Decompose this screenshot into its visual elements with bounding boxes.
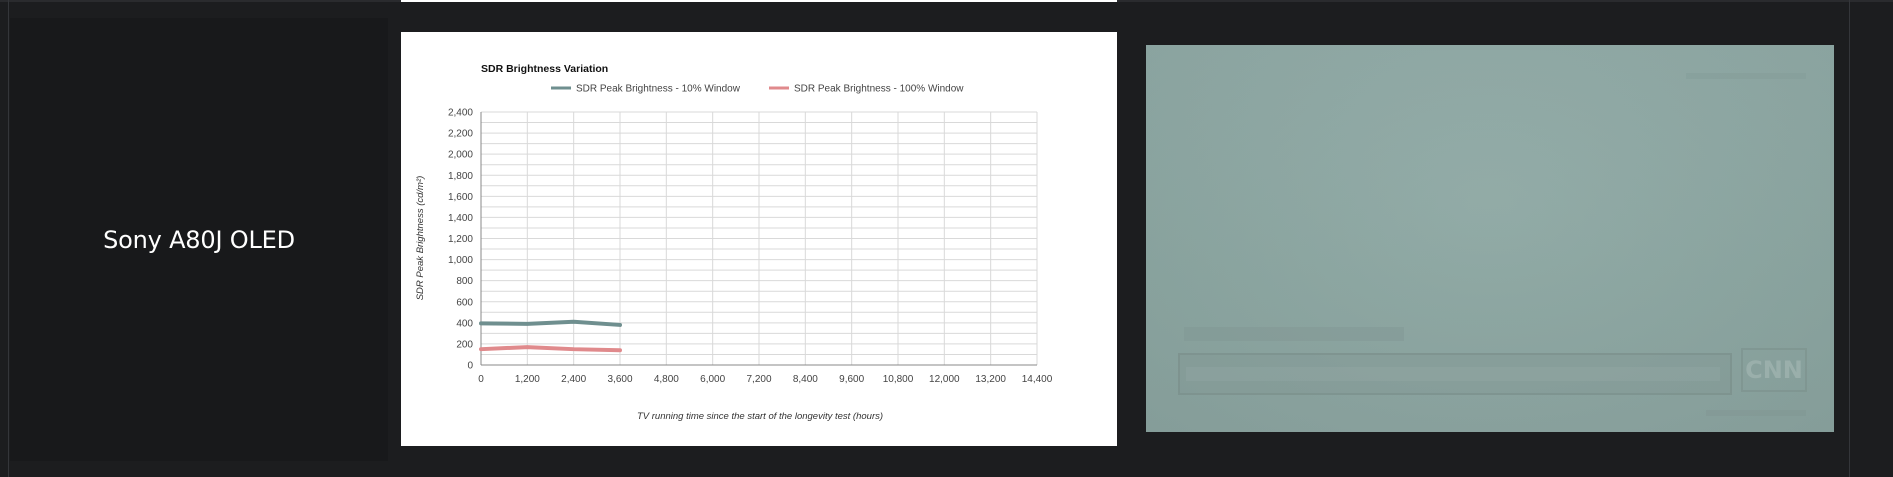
previous-row-image-edge <box>401 0 1117 2</box>
y-tick-label: 1,600 <box>448 192 473 203</box>
x-tick-label: 4,800 <box>654 374 679 385</box>
x-tick-label: 12,000 <box>929 374 960 385</box>
x-tick-label: 13,200 <box>975 374 1006 385</box>
x-tick-label: 2,400 <box>561 374 586 385</box>
chart-grid <box>480 111 1038 366</box>
y-tick-label: 1,000 <box>448 255 473 266</box>
series-line-1 <box>479 319 622 327</box>
x-tick-label: 1,200 <box>515 374 540 385</box>
burn-in-ticker-inner <box>1186 367 1720 381</box>
chart-title: SDR Brightness Variation <box>481 63 608 75</box>
burn-in-ticker-bar <box>1178 353 1732 395</box>
y-tick-label: 2,200 <box>448 129 473 140</box>
table-left-border <box>8 0 9 477</box>
burn-in-photo[interactable]: CNN <box>1146 45 1834 432</box>
y-tick-label: 2,400 <box>448 108 473 119</box>
y-tick-label: 600 <box>456 297 473 308</box>
y-tick-label: 1,800 <box>448 171 473 182</box>
x-tick-label: 7,200 <box>746 374 771 385</box>
burn-in-bottom-mark <box>1706 410 1806 416</box>
burn-in-ticker-label <box>1184 327 1404 341</box>
x-tick-label: 10,800 <box>883 374 914 385</box>
chart-series <box>479 319 622 353</box>
table-right-border <box>1849 0 1850 477</box>
chart-legend: SDR Peak Brightness - 10% Window SDR Peak… <box>551 84 964 95</box>
x-tick-label: 6,000 <box>700 374 725 385</box>
y-tick-label: 400 <box>456 318 473 329</box>
x-tick-label: 3,600 <box>607 374 632 385</box>
brightness-line-chart: SDR Brightness Variation SDR Peak Bright… <box>415 63 1053 422</box>
burn-in-top-mark <box>1686 73 1806 79</box>
x-tick-label: 8,400 <box>793 374 818 385</box>
legend-label-2: SDR Peak Brightness - 100% Window <box>794 84 964 95</box>
x-tick-label: 9,600 <box>839 374 864 385</box>
brightness-chart-card[interactable]: SDR Brightness Variation SDR Peak Bright… <box>401 32 1117 446</box>
series-line-2 <box>479 345 622 353</box>
y-tick-label: 0 <box>467 361 473 372</box>
y-axis-title: SDR Peak Brightness (cd/m²) <box>415 176 426 301</box>
y-tick-label: 1,200 <box>448 234 473 245</box>
tv-model-name: Sony A80J OLED <box>103 225 295 254</box>
x-axis-title: TV running time since the start of the l… <box>637 411 883 422</box>
tv-name-cell: Sony A80J OLED <box>10 18 388 461</box>
chart-ticks: 0 200 400 600 800 1,000 1,200 1,400 1,600 1,800 2,… <box>448 108 1053 386</box>
y-tick-label: 200 <box>456 339 473 350</box>
legend-label-1: SDR Peak Brightness - 10% Window <box>576 84 741 95</box>
y-tick-label: 1,400 <box>448 213 473 224</box>
burn-in-logo: CNN <box>1741 348 1807 392</box>
y-tick-label: 2,000 <box>448 150 473 161</box>
x-tick-label: 0 <box>478 374 484 385</box>
y-tick-label: 800 <box>456 276 473 287</box>
x-tick-label: 14,400 <box>1022 374 1053 385</box>
